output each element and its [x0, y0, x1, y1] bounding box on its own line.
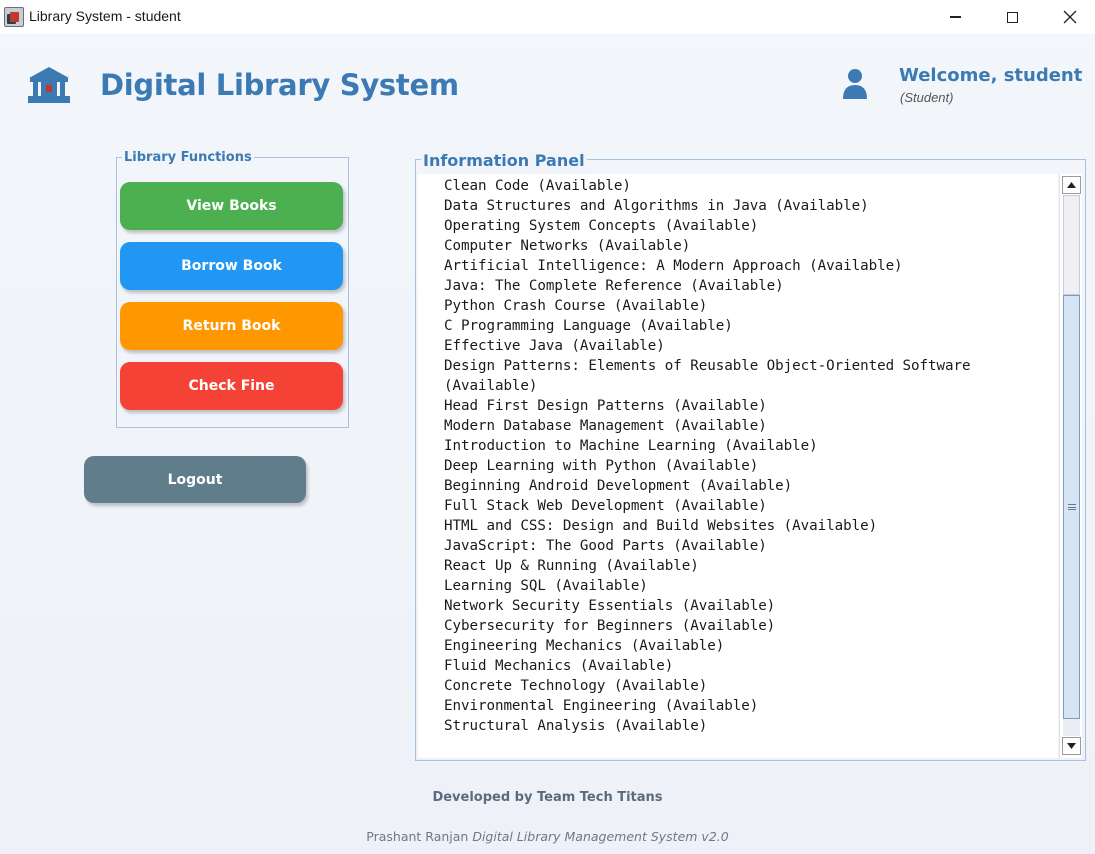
footer-copyright: Prashant Ranjan Digital Library Manageme… [0, 829, 1095, 844]
return-book-button[interactable]: Return Book [120, 302, 343, 350]
book-list-item: Data Structures and Algorithms in Java (… [444, 198, 869, 214]
book-list-item: React Up & Running (Available) [444, 558, 699, 574]
information-text-area[interactable]: Clean Code (Available) Data Structures an… [418, 174, 1058, 758]
book-list-item: HTML and CSS: Design and Build Websites … [444, 518, 878, 534]
library-building-icon [28, 67, 70, 103]
book-list-item: Introduction to Machine Learning (Availa… [444, 438, 818, 454]
borrow-book-button[interactable]: Borrow Book [120, 242, 343, 290]
book-list-item: Fluid Mechanics (Available) [444, 658, 674, 674]
welcome-label: Welcome, student [899, 65, 1083, 86]
arrow-down-icon [1067, 743, 1076, 749]
minimize-button[interactable] [932, 0, 978, 34]
scroll-down-button[interactable] [1062, 737, 1081, 755]
scroll-track-upper [1063, 195, 1080, 295]
vertical-scrollbar[interactable] [1059, 174, 1082, 758]
app-title: Digital Library System [100, 68, 459, 102]
book-list-item: Computer Networks (Available) [444, 238, 691, 254]
book-list-item: Python Crash Course (Available) [444, 298, 708, 314]
close-button[interactable] [1047, 0, 1093, 34]
book-list-item: Structural Analysis (Available) [444, 718, 708, 734]
book-list-item: Effective Java (Available) [444, 338, 665, 354]
library-functions-title: Library Functions [122, 150, 254, 165]
arrow-up-icon [1067, 182, 1076, 188]
book-list-item: Modern Database Management (Available) [444, 418, 767, 434]
book-list-item: JavaScript: The Good Parts (Available) [444, 538, 767, 554]
maximize-icon [1006, 11, 1018, 23]
maximize-button[interactable] [989, 0, 1035, 34]
book-list-item: Cybersecurity for Beginners (Available) [444, 618, 776, 634]
book-list-item: (Available) [444, 378, 538, 394]
book-list-item: Beginning Android Development (Available… [444, 478, 793, 494]
book-list-item: Operating System Concepts (Available) [444, 218, 759, 234]
view-books-button[interactable]: View Books [120, 182, 343, 230]
minimize-icon [949, 16, 961, 18]
check-fine-button[interactable]: Check Fine [120, 362, 343, 410]
book-list-item: Network Security Essentials (Available) [444, 598, 776, 614]
book-list-item: Java: The Complete Reference (Available) [444, 278, 784, 294]
app-icon [4, 7, 24, 27]
book-list-item: Head First Design Patterns (Available) [444, 398, 767, 414]
information-panel-title: Information Panel [421, 151, 587, 170]
scroll-thumb[interactable] [1063, 295, 1080, 719]
window-titlebar: Library System - student [0, 0, 1095, 34]
book-list-item: Deep Learning with Python (Available) [444, 458, 759, 474]
scroll-grip-icon [1068, 504, 1076, 510]
book-list-item: Design Patterns: Elements of Reusable Ob… [444, 358, 971, 374]
book-list-item: C Programming Language (Available) [444, 318, 733, 334]
user-icon [843, 69, 867, 99]
book-list-item: Concrete Technology (Available) [444, 678, 708, 694]
author-name: Prashant Ranjan [366, 829, 469, 844]
logout-button[interactable]: Logout [84, 456, 306, 503]
book-list: Clean Code (Available) Data Structures an… [444, 176, 971, 736]
close-icon [1063, 10, 1077, 24]
scroll-up-button[interactable] [1062, 176, 1081, 194]
product-name: Digital Library Management System v2.0 [472, 829, 729, 844]
book-list-item: Full Stack Web Development (Available) [444, 498, 767, 514]
book-list-item: Artificial Intelligence: A Modern Approa… [444, 258, 903, 274]
book-list-item: Environmental Engineering (Available) [444, 698, 759, 714]
book-list-item: Learning SQL (Available) [444, 578, 648, 594]
role-label: (Student) [900, 90, 954, 105]
book-list-item: Engineering Mechanics (Available) [444, 638, 725, 654]
window-title: Library System - student [29, 8, 181, 24]
book-list-item: Clean Code (Available) [444, 178, 631, 194]
developer-credit: Developed by Team Tech Titans [432, 790, 663, 805]
